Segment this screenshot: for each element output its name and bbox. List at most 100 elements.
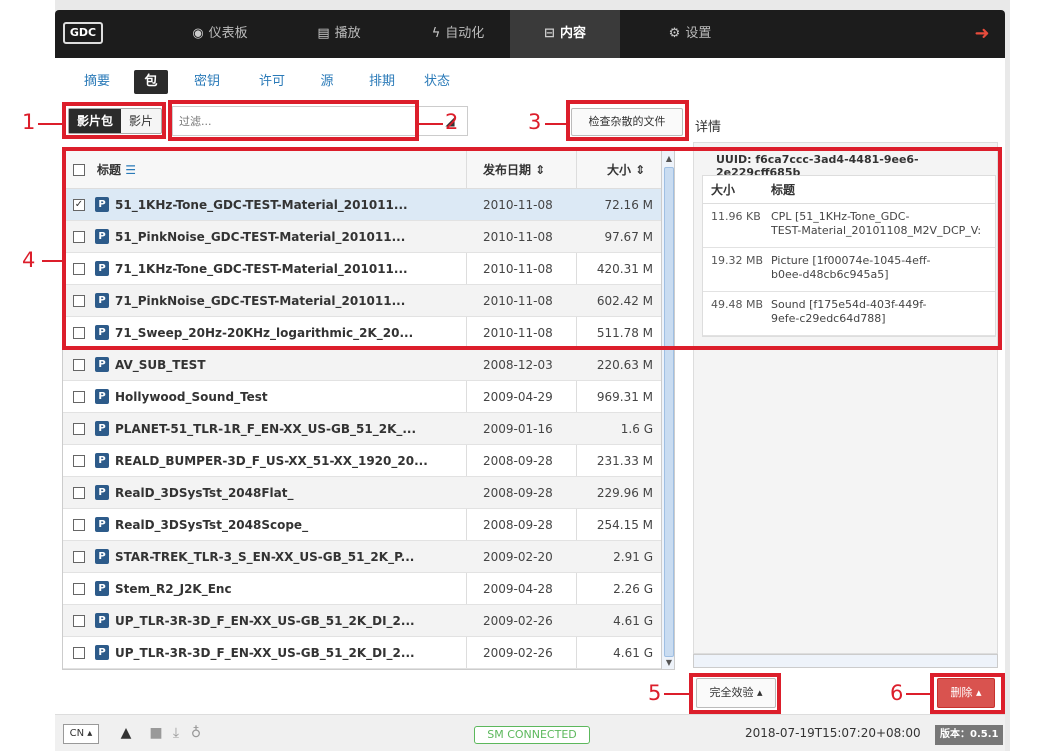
row-checkbox[interactable]: [73, 551, 85, 563]
nav-item-1[interactable]: ▤ 播放: [299, 10, 379, 58]
row-title: STAR-TREK_TLR-3_S_EN-XX_US-GB_51_2K_P...: [115, 550, 415, 564]
subtab-1[interactable]: 包: [134, 70, 168, 94]
annotation-box-1: [62, 102, 166, 139]
row-title: RealD_3DSysTst_2048Flat_: [115, 486, 294, 500]
row-title: REALD_BUMPER-3D_F_US-XX_51-XX_1920_20...: [115, 454, 428, 468]
row-date: 2009-04-29: [483, 390, 553, 404]
row-size: 1.6 G: [620, 422, 653, 436]
subtab-0[interactable]: 摘要: [77, 70, 117, 94]
row-checkbox[interactable]: [73, 455, 85, 467]
stethoscope-icon: ♁: [190, 725, 202, 741]
annotation-box-5: [689, 673, 781, 714]
row-date: 2008-09-28: [483, 486, 553, 500]
logout-icon[interactable]: ➜: [971, 23, 993, 45]
row-size: 220.63 M: [596, 358, 653, 372]
table-row[interactable]: P Hollywood_Sound_Test 2009-04-29 969.31 M: [63, 381, 661, 413]
table-row[interactable]: P REALD_BUMPER-3D_F_US-XX_51-XX_1920_20..…: [63, 445, 661, 477]
row-checkbox[interactable]: [73, 615, 85, 627]
package-icon: P: [95, 613, 109, 628]
table-row[interactable]: P RealD_3DSysTst_2048Scope_ 2008-09-28 254.…: [63, 509, 661, 541]
row-title: AV_SUB_TEST: [115, 358, 206, 372]
gdc-logo: GDC: [63, 22, 103, 44]
annotation-label-6: 6: [890, 681, 904, 705]
row-date: 2009-02-20: [483, 550, 553, 564]
details-horizontal-scrollbar[interactable]: [693, 654, 998, 668]
package-icon: P: [95, 549, 109, 564]
row-date: 2009-02-26: [483, 614, 553, 628]
subtab-2[interactable]: 密钥: [187, 70, 227, 94]
user-icon[interactable]: ▲: [117, 724, 135, 742]
row-title: Stem_R2_J2K_Enc: [115, 582, 232, 596]
scroll-down-icon[interactable]: ▼: [663, 657, 674, 669]
table-row[interactable]: P RealD_3DSysTst_2048Flat_ 2008-09-28 229.9…: [63, 477, 661, 509]
top-nav-bar: GDC ◉ 仪表板 ▤ 播放 ϟ 自动化 ⊟ 内容 ⚙ 设置 ➜: [55, 10, 1005, 58]
subtab-4[interactable]: 源: [312, 70, 342, 94]
nav-item-3[interactable]: ⊟ 内容: [510, 10, 620, 58]
version-badge: 版本：0.5.1: [935, 725, 1004, 745]
subtab-5[interactable]: 排期: [362, 70, 402, 94]
annotation-label-3: 3: [528, 110, 542, 134]
row-size: 969.31 M: [596, 390, 653, 404]
subtab-6[interactable]: 状态: [417, 70, 457, 94]
row-checkbox[interactable]: [73, 391, 85, 403]
nav-item-2[interactable]: ϟ 自动化: [413, 10, 503, 58]
nav-item-0[interactable]: ◉ 仪表板: [175, 10, 265, 58]
camera-icon: ■: [149, 725, 163, 741]
annotation-box-6: [930, 673, 1005, 714]
row-checkbox[interactable]: [73, 359, 85, 371]
annotation-line-4: [42, 260, 64, 262]
row-date: 2008-09-28: [483, 518, 553, 532]
annotation-box-2: [168, 100, 419, 141]
package-icon: P: [95, 645, 109, 660]
package-icon: P: [95, 581, 109, 596]
details-label: 详情: [695, 120, 722, 135]
annotation-box-4: [62, 147, 1002, 350]
row-date: 2009-02-26: [483, 646, 553, 660]
table-row[interactable]: P AV_SUB_TEST 2008-12-03 220.63 M: [63, 349, 661, 381]
package-icon: P: [95, 517, 109, 532]
row-title: PLANET-51_TLR-1R_F_EN-XX_US-GB_51_2K_...: [115, 422, 417, 436]
row-date: 2009-01-16: [483, 422, 553, 436]
nav-item-label: 仪表板: [208, 26, 248, 41]
row-title: UP_TLR-3R-3D_F_EN-XX_US-GB_51_2K_DI_2...: [115, 646, 415, 660]
row-checkbox[interactable]: [73, 583, 85, 595]
row-size: 4.61 G: [613, 646, 653, 660]
package-icon: P: [95, 421, 109, 436]
row-checkbox[interactable]: [73, 487, 85, 499]
annotation-label-1: 1: [22, 110, 36, 134]
annotation-line-2: [419, 123, 443, 125]
annotation-line-5: [664, 693, 691, 695]
table-row[interactable]: P UP_TLR-3R-3D_F_EN-XX_US-GB_51_2K_DI_2..…: [63, 605, 661, 637]
package-icon: P: [95, 453, 109, 468]
row-title: Hollywood_Sound_Test: [115, 390, 268, 404]
package-icon: P: [95, 357, 109, 372]
row-size: 254.15 M: [596, 518, 653, 532]
annotation-label-5: 5: [648, 681, 662, 705]
bolt-icon: ϟ: [431, 26, 441, 41]
row-size: 229.96 M: [596, 486, 653, 500]
row-checkbox[interactable]: [73, 647, 85, 659]
annotation-line-6: [906, 693, 932, 695]
gears-icon: ⚙: [668, 26, 681, 41]
dashboard-icon: ◉: [192, 26, 204, 41]
drive-icon: ⊟: [544, 26, 555, 41]
row-size: 2.26 G: [613, 582, 653, 596]
annotation-label-2: 2: [445, 110, 459, 134]
table-row[interactable]: P UP_TLR-3R-3D_F_EN-XX_US-GB_51_2K_DI_2..…: [63, 637, 661, 669]
table-row[interactable]: P PLANET-51_TLR-1R_F_EN-XX_US-GB_51_2K_..…: [63, 413, 661, 445]
table-row[interactable]: P STAR-TREK_TLR-3_S_EN-XX_US-GB_51_2K_P..…: [63, 541, 661, 573]
table-row[interactable]: P Stem_R2_J2K_Enc 2009-04-28 2.26 G: [63, 573, 661, 605]
language-selector[interactable]: CN ▴: [63, 724, 99, 744]
annotation-label-4: 4: [22, 248, 36, 272]
row-checkbox[interactable]: [73, 423, 85, 435]
row-date: 2008-09-28: [483, 454, 553, 468]
sm-status-badge: SM CONNECTED: [474, 726, 590, 744]
annotation-line-3: [545, 123, 568, 125]
package-icon: P: [95, 485, 109, 500]
subtab-3[interactable]: 许可: [252, 70, 292, 94]
nav-item-4[interactable]: ⚙ 设置: [645, 10, 735, 58]
nav-item-label: 播放: [334, 26, 361, 41]
row-date: 2009-04-28: [483, 582, 553, 596]
row-checkbox[interactable]: [73, 519, 85, 531]
film-icon: ▤: [317, 26, 330, 41]
